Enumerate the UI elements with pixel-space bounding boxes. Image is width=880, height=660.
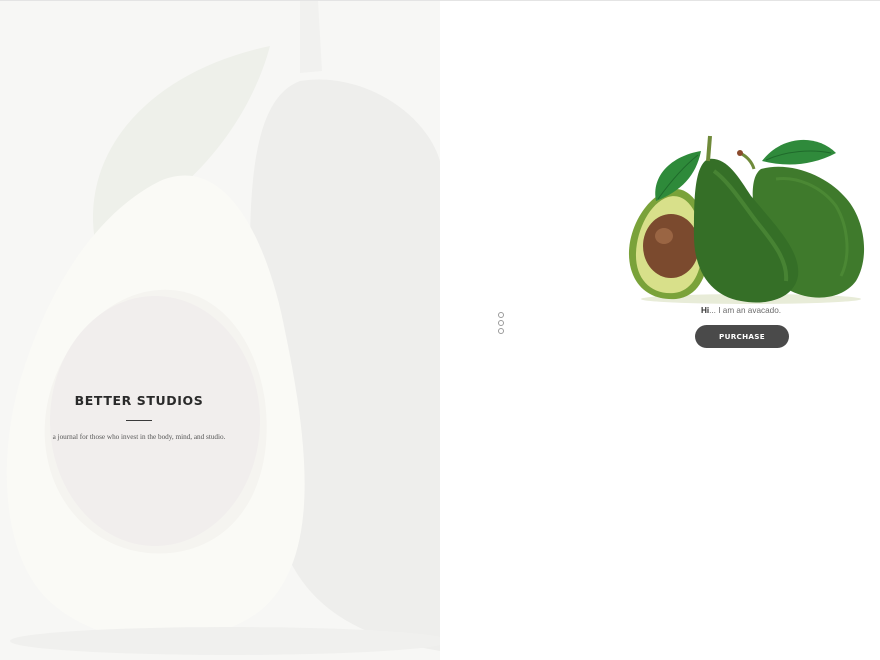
slide-pager — [498, 312, 504, 336]
hero-avocado-background — [6, 1, 440, 655]
greeting-bold: Hi — [700, 306, 710, 315]
brand-tagline: a journal for those who invest in the bo… — [52, 433, 226, 441]
avocado-product-image — [628, 135, 865, 304]
hero-text-block: BETTER STUDIOS a journal for those who i… — [0, 393, 278, 441]
product-greeting: Hi... I am an avacado. — [620, 306, 862, 315]
pager-dot-2[interactable] — [498, 320, 504, 326]
page: BETTER STUDIOS a journal for those who i… — [0, 0, 880, 660]
pager-dot-3[interactable] — [498, 328, 504, 334]
brand-title: BETTER STUDIOS — [74, 393, 204, 408]
pager-dot-1[interactable] — [498, 312, 504, 318]
greeting-text: ... I am an avacado. — [709, 306, 782, 315]
title-divider — [126, 420, 152, 421]
hero-panel: BETTER STUDIOS a journal for those who i… — [0, 1, 440, 660]
purchase-button[interactable]: PURCHASE — [695, 325, 789, 348]
